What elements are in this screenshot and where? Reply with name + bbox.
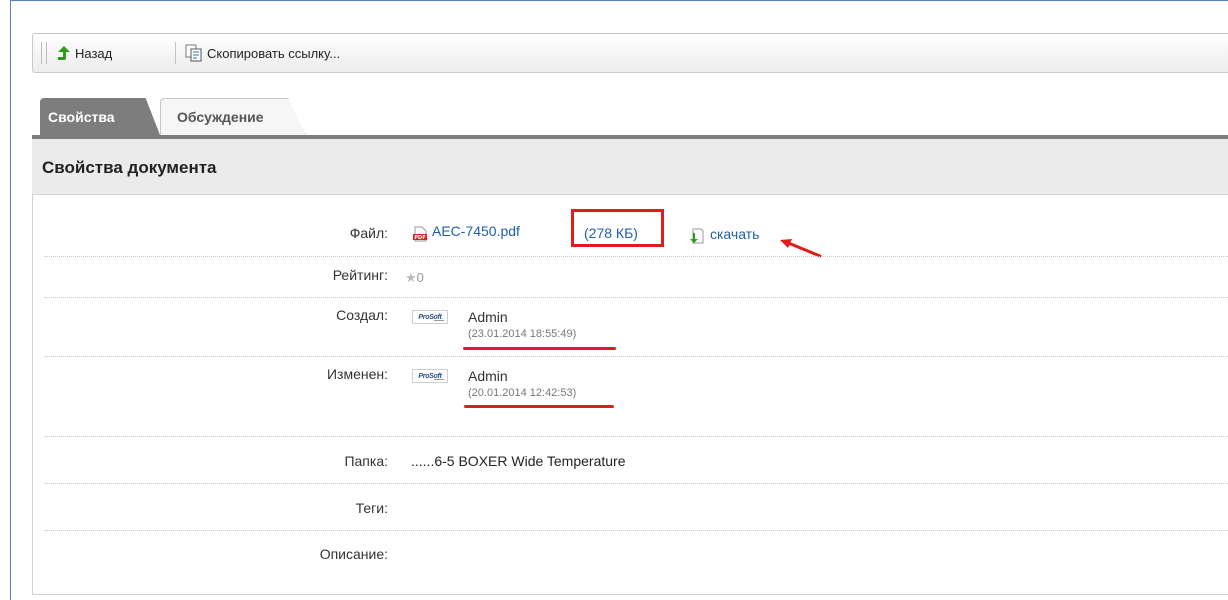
pdf-icon: PDF <box>413 226 427 242</box>
back-arrow-icon <box>58 46 70 60</box>
modified-user: Admin <box>468 368 508 384</box>
row-divider <box>44 356 1228 357</box>
toolbar: Назад Скопировать ссылку... <box>32 33 1228 73</box>
window-frame-left <box>10 0 11 600</box>
rating-label: Рейтинг: <box>332 267 388 283</box>
folder-label: Папка: <box>344 453 388 469</box>
copy-link-icon <box>185 44 202 62</box>
window-frame-top <box>10 0 1228 1</box>
row-divider <box>44 256 1228 257</box>
description-label: Описание: <box>319 546 388 562</box>
svg-text:PDF: PDF <box>414 235 425 241</box>
tags-label: Теги: <box>355 500 388 516</box>
copy-link-button[interactable]: Скопировать ссылку... <box>185 34 340 72</box>
folder-value: ......6-5 BOXER Wide Temperature <box>411 453 626 469</box>
row-divider <box>44 436 1228 437</box>
download-link[interactable]: скачать <box>710 226 759 242</box>
row-divider <box>44 530 1228 531</box>
created-date: (23.01.2014 18:55:49) <box>468 328 577 340</box>
rating-value-container[interactable]: ★0 <box>405 269 424 286</box>
modified-label: Изменен: <box>326 366 388 382</box>
download-icon <box>690 228 704 244</box>
copy-link-label: Скопировать ссылку... <box>207 45 341 61</box>
created-date-underline <box>463 347 616 350</box>
avatar: ProSoft <box>412 369 448 383</box>
page-title: Свойства документа <box>42 158 217 177</box>
toolbar-grip <box>41 42 47 64</box>
row-divider <box>44 297 1228 298</box>
row-divider <box>44 483 1228 484</box>
modified-date: (20.01.2014 12:42:53) <box>468 387 577 399</box>
section-header: Свойства документа <box>32 139 1228 195</box>
tab-discussion-label: Обсуждение <box>177 109 264 125</box>
created-label: Создал: <box>336 307 388 323</box>
rating-value: 0 <box>416 270 424 285</box>
created-user: Admin <box>468 309 508 325</box>
properties-panel <box>32 195 1228 595</box>
star-icon: ★ <box>405 270 417 285</box>
file-label: Файл: <box>349 225 388 241</box>
back-button[interactable]: Назад <box>57 34 112 72</box>
tab-discussion[interactable]: Обсуждение <box>160 98 306 135</box>
tab-properties[interactable]: Свойства <box>40 98 160 135</box>
modified-date-underline <box>464 405 614 408</box>
tab-properties-label: Свойства <box>48 108 115 125</box>
back-button-label: Назад <box>75 45 113 61</box>
avatar: ProSoft <box>412 310 448 324</box>
file-size-highlight <box>571 209 664 247</box>
toolbar-separator <box>175 42 176 64</box>
file-name-link[interactable]: AEC-7450.pdf <box>432 223 520 239</box>
